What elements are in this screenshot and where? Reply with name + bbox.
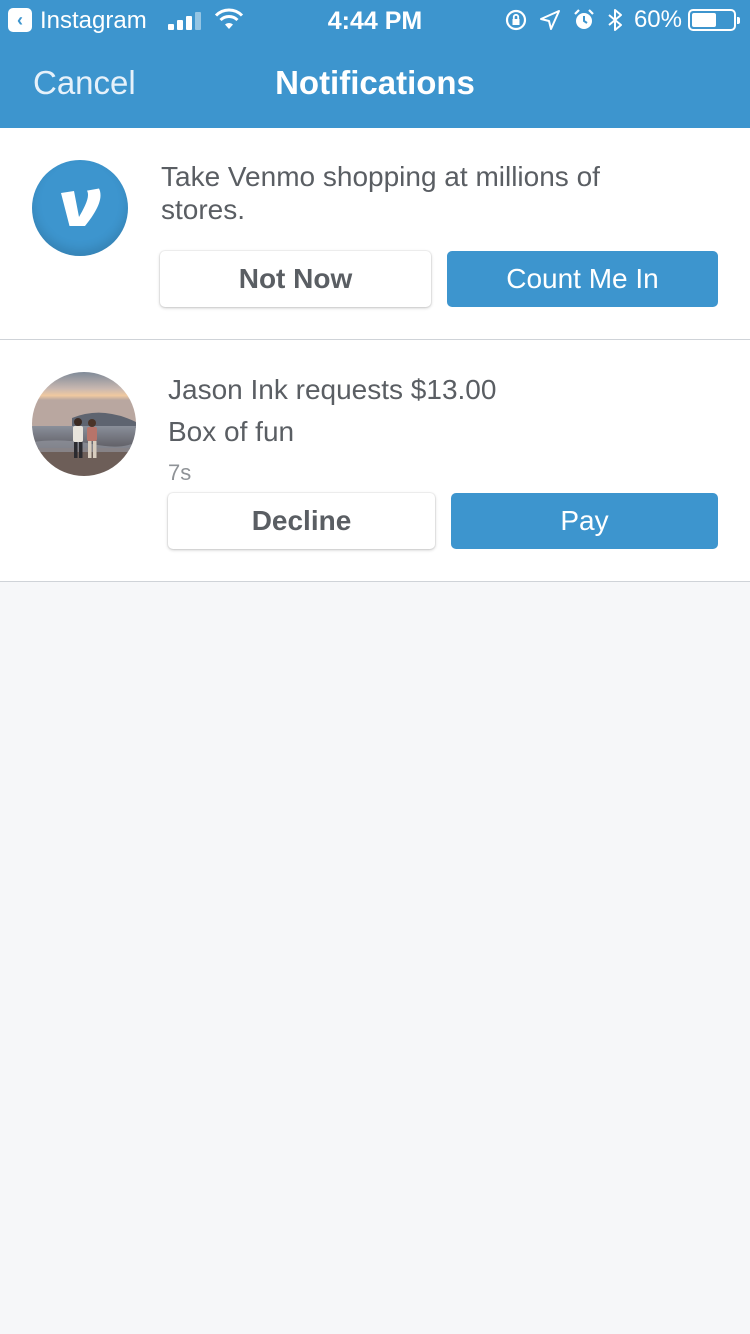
venmo-v-glyph xyxy=(61,188,101,226)
request-timestamp: 7s xyxy=(168,460,192,485)
promo-card: Take Venmo shopping at millions of store… xyxy=(0,128,750,340)
bluetooth-icon xyxy=(608,9,622,31)
promo-message: Take Venmo shopping at millions of store… xyxy=(161,161,600,225)
alarm-icon xyxy=(574,9,594,29)
avatar[interactable] xyxy=(32,372,136,476)
battery-percent: 60% xyxy=(633,6,682,33)
page-title: Notifications xyxy=(275,64,475,101)
battery-nub xyxy=(737,17,740,24)
beach-photo xyxy=(32,372,136,476)
request-note: Box of fun xyxy=(168,416,295,447)
pay-button[interactable]: Pay xyxy=(451,493,718,549)
payment-request-card: Jason Ink requests $13.00 Box of fun 7s … xyxy=(0,340,750,582)
rotation-lock-icon xyxy=(505,9,527,31)
venmo-logo-icon xyxy=(32,160,128,256)
status-right-group: 60% xyxy=(504,6,740,34)
count-me-in-button[interactable]: Count Me In xyxy=(447,251,718,307)
not-now-button[interactable]: Not Now xyxy=(160,251,431,307)
status-bar: ‹ Instagram 4:44 PM 60% xyxy=(0,0,750,40)
request-title: Jason Ink requests $13.00 xyxy=(168,374,497,405)
battery-icon xyxy=(688,9,740,31)
battery-fill xyxy=(692,13,716,27)
top-bar: ‹ Instagram 4:44 PM 60% Cancel Notificat… xyxy=(0,0,750,128)
location-icon xyxy=(539,10,560,30)
decline-button[interactable]: Decline xyxy=(168,493,435,549)
